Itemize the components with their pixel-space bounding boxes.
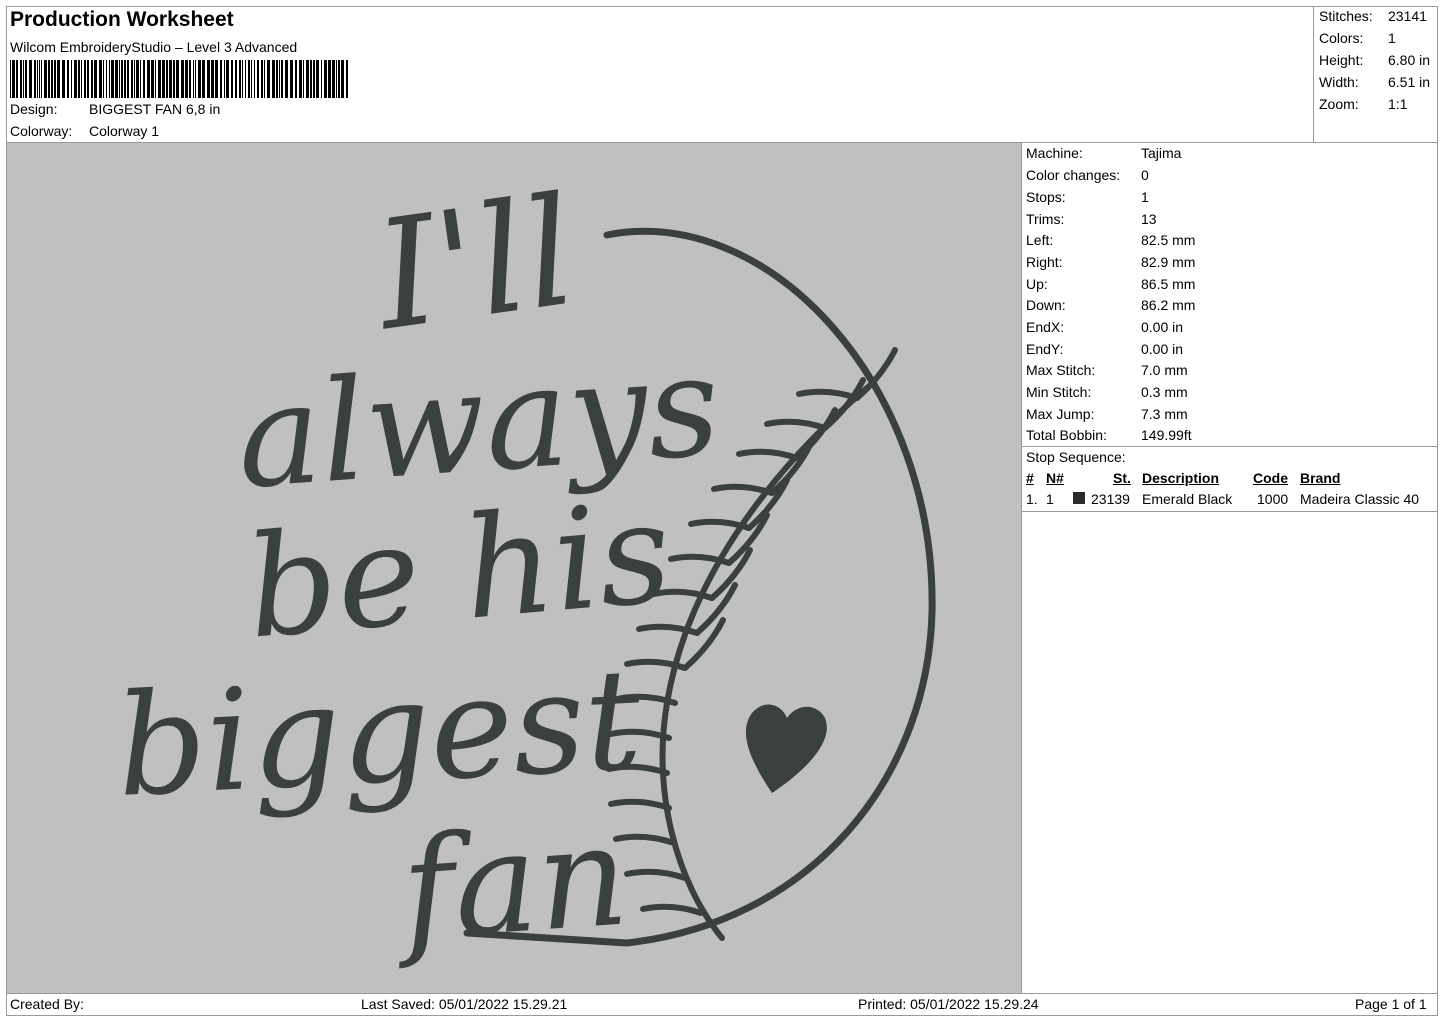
trims-value: 13 bbox=[1141, 211, 1157, 227]
design-text-line-1: I'll bbox=[363, 165, 585, 365]
summary-value-colors: 1 bbox=[1388, 30, 1396, 46]
seam-stitch-left bbox=[688, 518, 752, 531]
row-num: 1. bbox=[1026, 491, 1038, 507]
info-divider bbox=[1021, 142, 1022, 994]
trims-key: Trims: bbox=[1026, 211, 1065, 227]
footer-last-saved: Last Saved: 05/01/2022 15.29.21 bbox=[361, 996, 568, 1012]
seam-stitch-left bbox=[736, 448, 800, 461]
up-value: 86.5 mm bbox=[1141, 276, 1196, 292]
summary-value-stitches: 23141 bbox=[1388, 8, 1427, 24]
design-value: BIGGEST FAN 6,8 in bbox=[89, 101, 221, 117]
machine-key: Machine: bbox=[1026, 145, 1083, 161]
colorway-label: Colorway: bbox=[10, 123, 73, 139]
summary-divider bbox=[1313, 6, 1314, 143]
endx-value: 0.00 in bbox=[1141, 319, 1184, 335]
summary-key-zoom: Zoom: bbox=[1319, 96, 1359, 112]
color-changes-key: Color changes: bbox=[1026, 167, 1121, 183]
summary-key-colors: Colors: bbox=[1319, 30, 1364, 46]
embroidery-design: I'll always be his biggest fan bbox=[113, 165, 936, 973]
down-key: Down: bbox=[1026, 297, 1066, 313]
footer-page-number: Page 1 of 1 bbox=[1355, 996, 1427, 1012]
barcode-graphic bbox=[10, 60, 348, 98]
summary-value-zoom: 1:1 bbox=[1388, 96, 1408, 112]
color-changes-value: 0 bbox=[1141, 167, 1149, 183]
summary-value-height: 6.80 in bbox=[1388, 52, 1431, 68]
footer-divider bbox=[6, 993, 1438, 994]
thread-color-swatch bbox=[1073, 492, 1085, 504]
col-header-num: # bbox=[1026, 470, 1034, 486]
endx-key: EndX: bbox=[1026, 319, 1065, 335]
down-value: 86.2 mm bbox=[1141, 297, 1196, 313]
max-jump-key: Max Jump: bbox=[1026, 406, 1095, 422]
max-jump-value: 7.3 mm bbox=[1141, 406, 1188, 422]
stops-key: Stops: bbox=[1026, 189, 1066, 205]
heart-icon bbox=[745, 704, 827, 793]
total-bobbin-value: 149.99ft bbox=[1141, 427, 1192, 443]
seam-stitch-left bbox=[640, 903, 704, 916]
total-bobbin-key: Total Bobbin: bbox=[1026, 427, 1107, 443]
endy-key: EndY: bbox=[1026, 341, 1064, 357]
summary-value-width: 6.51 in bbox=[1388, 74, 1431, 90]
footer-printed: Printed: 05/01/2022 15.29.24 bbox=[858, 996, 1039, 1012]
summary-key-width: Width: bbox=[1319, 74, 1359, 90]
endy-value: 0.00 in bbox=[1141, 341, 1184, 357]
stop-sequence-label: Stop Sequence: bbox=[1026, 449, 1126, 465]
software-name: Wilcom EmbroideryStudio – Level 3 Advanc… bbox=[10, 39, 298, 55]
summary-key-stitches: Stitches: bbox=[1319, 8, 1373, 24]
col-header-st: St. bbox=[1113, 470, 1131, 486]
max-stitch-key: Max Stitch: bbox=[1026, 362, 1096, 378]
row-n: 1 bbox=[1046, 491, 1054, 507]
footer-created-by: Created By: bbox=[10, 996, 84, 1012]
row-brand: Madeira Classic 40 bbox=[1300, 491, 1420, 507]
min-stitch-key: Min Stitch: bbox=[1026, 384, 1092, 400]
row-stitches: 23139 bbox=[1091, 491, 1130, 507]
seam-stitch-left bbox=[711, 483, 775, 496]
seam-stitch-left bbox=[764, 418, 828, 431]
max-stitch-value: 7.0 mm bbox=[1141, 362, 1188, 378]
up-key: Up: bbox=[1026, 276, 1048, 292]
left-value: 82.5 mm bbox=[1141, 232, 1196, 248]
seam-stitch-left bbox=[796, 388, 860, 401]
colorway-value: Colorway 1 bbox=[89, 123, 160, 139]
left-key: Left: bbox=[1026, 232, 1054, 248]
stops-value: 1 bbox=[1141, 189, 1149, 205]
col-header-description: Description bbox=[1142, 470, 1220, 486]
seam-stitch-left bbox=[624, 868, 688, 881]
page-title: Production Worksheet bbox=[10, 8, 234, 31]
col-header-brand: Brand bbox=[1300, 470, 1341, 486]
design-preview: I'll always be his biggest fan bbox=[7, 143, 1021, 993]
design-text-line-5: fan bbox=[388, 794, 633, 973]
design-label: Design: bbox=[10, 101, 58, 117]
stop-sequence-divider bbox=[1021, 511, 1438, 512]
min-stitch-value: 0.3 mm bbox=[1141, 384, 1188, 400]
machine-info-divider bbox=[1021, 446, 1438, 447]
right-value: 82.9 mm bbox=[1141, 254, 1196, 270]
row-description: Emerald Black bbox=[1142, 491, 1233, 507]
machine-value: Tajima bbox=[1141, 145, 1182, 161]
right-key: Right: bbox=[1026, 254, 1063, 270]
col-header-code: Code bbox=[1253, 470, 1288, 486]
summary-key-height: Height: bbox=[1319, 52, 1364, 68]
col-header-n: N# bbox=[1046, 470, 1064, 486]
seam-stitch-right bbox=[794, 407, 838, 461]
seam-stitch-left bbox=[668, 553, 732, 566]
row-code: 1000 bbox=[1257, 491, 1289, 507]
